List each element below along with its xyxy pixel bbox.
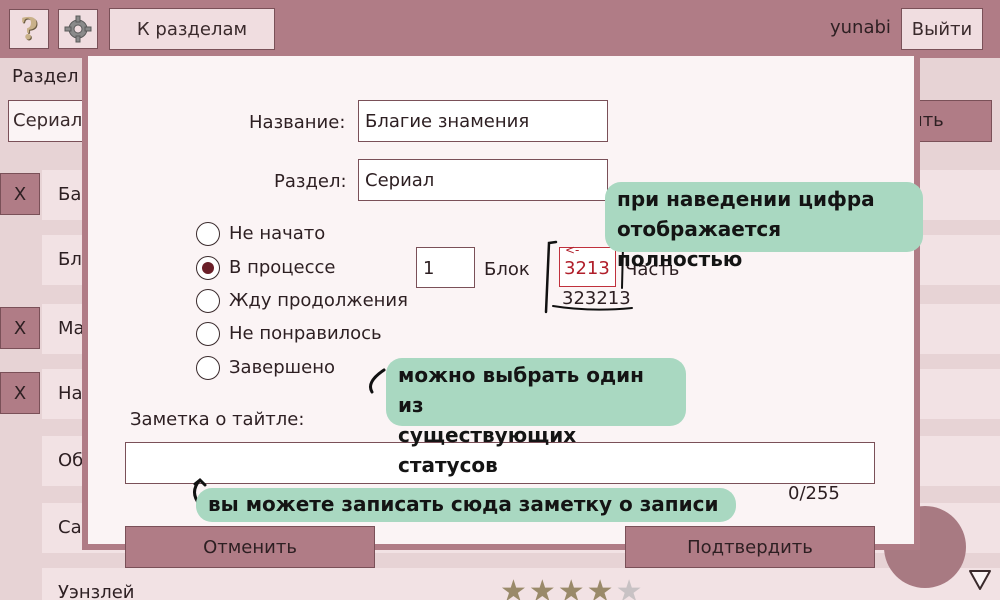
annotation-text: можно выбрать один из [398,363,644,417]
back-to-sections-button[interactable]: К разделам [109,8,275,50]
list-item-title: Ма [58,318,85,339]
status-radio-waiting[interactable] [196,289,220,313]
scroll-down-icon[interactable] [968,568,992,592]
status-label: Завершено [229,357,336,378]
settings-button[interactable] [58,9,98,49]
annotation-text: существующих статусов [398,423,577,477]
list-item-title: Об [58,450,84,471]
delete-button[interactable]: X [0,372,40,414]
rating-stars[interactable]: ★★★★★ [500,574,644,600]
status-label: Не начато [229,223,326,244]
gear-icon [64,15,92,43]
list-item-title: Са [58,517,82,538]
logout-button[interactable]: Выйти [901,8,983,50]
annotation-text: вы можете записать сюда заметку о записи [208,492,719,516]
list-item-title: Ба [58,184,82,205]
section-filter-label: Раздел [12,66,79,87]
annotation-hover-hint: при наведении цифра отображается полност… [605,182,923,271]
cancel-button[interactable]: Отменить [125,526,375,568]
star-icon-empty: ★ [615,574,645,600]
status-radio-completed[interactable] [196,356,220,380]
list-item-title: Бл [58,249,82,270]
status-radio-disliked[interactable] [196,322,220,346]
part-scroll-arrow: <- [565,243,580,257]
annotation-text: при наведении цифра [617,187,875,211]
star-icon-filled: ★★★★ [500,574,616,600]
note-char-counter: 0/255 [788,483,840,504]
name-label: Название: [249,112,346,133]
annotation-status-hint: можно выбрать один из существующих стату… [386,358,686,477]
block-number-input[interactable]: 1 [416,247,475,288]
confirm-button[interactable]: Подтвердить [625,526,875,568]
list-item-title: На [58,383,83,404]
question-mark-icon: ? [20,11,38,47]
part-number-full: 323213 [562,288,631,309]
part-number-value: 3213 [564,258,610,279]
list-item-title: Уэнзлей [58,582,135,600]
annotation-note-hint: вы можете записать сюда заметку о записи [196,488,736,522]
username: yunabi [830,17,891,38]
status-radio-in-progress[interactable] [196,256,220,280]
status-label: Не понравилось [229,323,382,344]
help-button[interactable]: ? [9,9,49,49]
section-input[interactable]: Сериал [358,159,608,201]
status-radio-not-started[interactable] [196,222,220,246]
name-input[interactable]: Благие знамения [358,100,608,142]
annotation-text: отображается полностью [617,217,782,271]
delete-button[interactable]: X [0,173,40,215]
block-label: Блок [484,259,530,280]
section-label: Раздел: [274,171,347,192]
delete-button[interactable]: X [0,307,40,349]
note-label: Заметка о тайтле: [130,409,305,430]
status-label: Жду продолжения [229,290,408,311]
status-label: В процессе [229,257,336,278]
